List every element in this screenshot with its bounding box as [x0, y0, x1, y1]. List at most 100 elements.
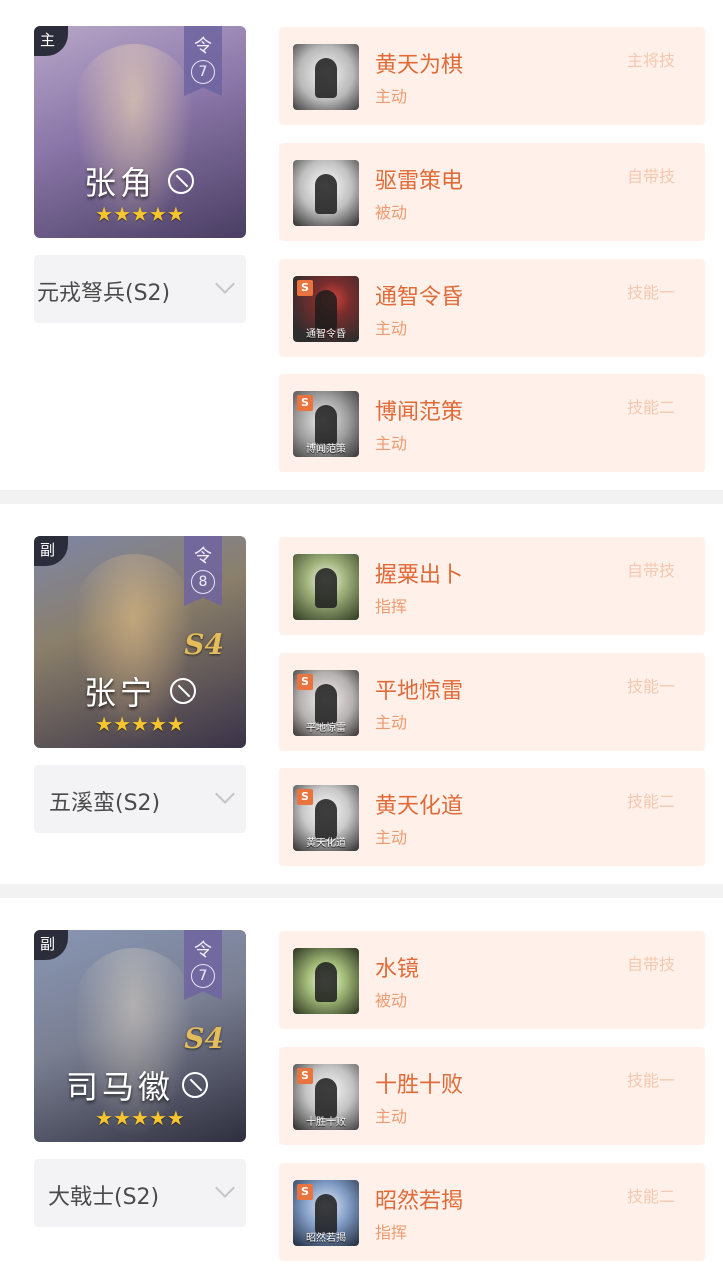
- ling-char: 令: [194, 940, 212, 961]
- skill-art: [315, 1078, 337, 1118]
- troop-select[interactable]: 元戎弩兵(S2): [34, 255, 246, 323]
- troop-label: 五溪蛮(S2): [49, 791, 161, 816]
- season-tag: S4: [184, 1022, 224, 1055]
- s-badge: S: [297, 1184, 313, 1200]
- star-rating: ★★★★★: [95, 202, 185, 226]
- s-badge: S: [297, 789, 313, 805]
- star-rating: ★★★★★: [95, 712, 185, 736]
- skill-art: [315, 290, 337, 330]
- icon-caption: 平地惊雷: [306, 723, 346, 734]
- skill-art: [315, 799, 337, 839]
- hero-name: 张角: [84, 164, 157, 202]
- troop-label: 大戟士(S2): [48, 1185, 160, 1210]
- hero-card-zhangning[interactable]: 副 令 8 S4 张宁 ★★★★★: [34, 536, 246, 748]
- skill-card[interactable]: S 十胜十败 十胜十败 主动 技能一: [279, 1047, 705, 1145]
- skill-type: 指挥: [375, 1223, 408, 1242]
- skill-slot: 技能二: [626, 398, 675, 417]
- skill-icon: S 博闻范策: [293, 391, 359, 457]
- skill-icon: S 通智令昏: [293, 276, 359, 342]
- icon-caption: 黄天化道: [306, 838, 346, 849]
- role-tag: 主: [34, 26, 68, 56]
- skill-name: 水镜: [375, 957, 420, 982]
- skill-card[interactable]: S 博闻范策 博闻范策 主动 技能二: [279, 374, 705, 472]
- skill-art: [315, 405, 337, 445]
- skill-icon: S 十胜十败: [293, 1064, 359, 1130]
- skill-name: 驱雷策电: [375, 169, 464, 194]
- hero-card-simahui[interactable]: 副 令 7 S4 司马徽 ★★★★★: [34, 930, 246, 1142]
- ling-char: 令: [194, 36, 212, 57]
- chevron-down-icon: [215, 274, 235, 294]
- skill-slot: 自带技: [626, 561, 675, 580]
- skill-icon: S 平地惊雷: [293, 670, 359, 736]
- skill-name: 昭然若揭: [375, 1189, 464, 1214]
- role-tag: 副: [34, 536, 68, 566]
- icon-caption: 博闻范策: [306, 444, 346, 455]
- skill-name: 黄天化道: [375, 794, 464, 819]
- role-tag: 副: [34, 930, 68, 960]
- skill-type: 主动: [375, 87, 408, 106]
- ling-level: 8: [191, 570, 215, 594]
- skill-type: 主动: [375, 319, 408, 338]
- skill-icon: [293, 160, 359, 226]
- ling-level: 7: [191, 60, 215, 84]
- skill-name: 平地惊雷: [375, 679, 464, 704]
- skill-slot: 技能二: [626, 792, 675, 811]
- troop-select[interactable]: 大戟士(S2): [34, 1159, 246, 1227]
- skill-icon: [293, 554, 359, 620]
- skill-art: [315, 1194, 337, 1234]
- skill-type: 主动: [375, 713, 408, 732]
- skill-slot: 技能一: [626, 1071, 675, 1090]
- skill-card[interactable]: 驱雷策电 被动 自带技: [279, 143, 705, 241]
- skill-art: [315, 684, 337, 724]
- skill-card[interactable]: 握粟出卜 指挥 自带技: [279, 537, 705, 635]
- skill-art: [315, 174, 337, 214]
- s-badge: S: [297, 1068, 313, 1084]
- section-divider: [0, 490, 723, 504]
- s-badge: S: [297, 674, 313, 690]
- s-badge: S: [297, 280, 313, 296]
- skill-card[interactable]: S 昭然若揭 昭然若揭 指挥 技能二: [279, 1163, 705, 1261]
- chevron-down-icon: [215, 1178, 235, 1198]
- bow-icon: [168, 168, 194, 194]
- skill-name: 通智令昏: [375, 285, 464, 310]
- hero-card-zhangjiao[interactable]: 主 令 7 张角 ★★★★★: [34, 26, 246, 238]
- ling-level: 7: [191, 964, 215, 988]
- troop-select[interactable]: 五溪蛮(S2): [34, 765, 246, 833]
- icon-caption: 十胜十败: [306, 1117, 346, 1128]
- skill-type: 主动: [375, 434, 408, 453]
- s-badge: S: [297, 395, 313, 411]
- skill-card[interactable]: S 通智令昏 通智令昏 主动 技能一: [279, 259, 705, 357]
- skill-name: 十胜十败: [375, 1073, 464, 1098]
- skill-card[interactable]: 水镜 被动 自带技: [279, 931, 705, 1029]
- skill-icon: [293, 44, 359, 110]
- ling-badge: 令 7: [184, 26, 222, 96]
- skill-slot: 技能二: [626, 1187, 675, 1206]
- skill-type: 被动: [375, 203, 408, 222]
- season-tag: S4: [184, 628, 224, 661]
- icon-caption: 昭然若揭: [306, 1233, 346, 1244]
- skill-name: 握粟出卜: [375, 563, 464, 588]
- skill-slot: 主将技: [626, 51, 675, 70]
- skill-name: 黄天为棋: [375, 53, 464, 78]
- icon-caption: 通智令昏: [306, 329, 346, 340]
- hero-name: 司马徽: [66, 1068, 175, 1106]
- ling-char: 令: [194, 546, 212, 567]
- skill-type: 主动: [375, 1107, 408, 1126]
- troop-label: 元戎弩兵(S2): [37, 281, 171, 306]
- ling-badge: 令 7: [184, 930, 222, 1000]
- skill-name: 博闻范策: [375, 400, 464, 425]
- skill-type: 指挥: [375, 597, 408, 616]
- skill-slot: 技能一: [626, 283, 675, 302]
- skill-slot: 自带技: [626, 167, 675, 186]
- chevron-down-icon: [215, 784, 235, 804]
- skill-card[interactable]: S 黄天化道 黄天化道 主动 技能二: [279, 768, 705, 866]
- skill-slot: 自带技: [626, 955, 675, 974]
- skill-art: [315, 58, 337, 98]
- skill-type: 主动: [375, 828, 408, 847]
- star-rating: ★★★★★: [95, 1106, 185, 1130]
- skill-card[interactable]: S 平地惊雷 平地惊雷 主动 技能一: [279, 653, 705, 751]
- skill-art: [315, 568, 337, 608]
- skill-card[interactable]: 黄天为棋 主动 主将技: [279, 27, 705, 125]
- section-divider: [0, 884, 723, 898]
- skill-slot: 技能一: [626, 677, 675, 696]
